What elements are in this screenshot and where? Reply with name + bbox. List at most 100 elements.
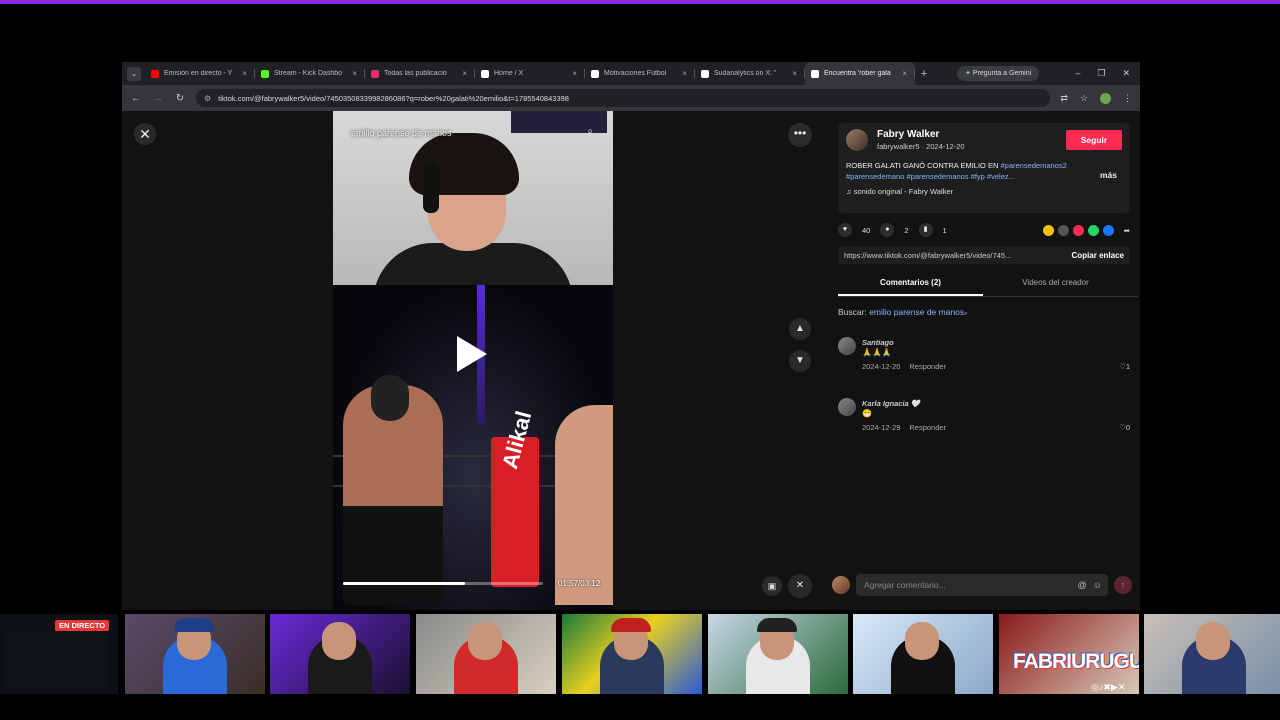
- restore-icon[interactable]: ❐: [1097, 68, 1105, 79]
- mute-icon[interactable]: ✕: [788, 574, 812, 598]
- panel-tabs: Comentarios (2) Videos del creador: [838, 271, 1138, 297]
- browser-tab[interactable]: Motivaciones Fútbol ×: [585, 62, 695, 85]
- gemini-label: Pregunta a Gemini: [972, 70, 1032, 77]
- related-search-link[interactable]: emilio parense de manos: [869, 307, 964, 317]
- tab-close-icon[interactable]: ×: [572, 69, 577, 78]
- music-note-icon: ♫: [846, 187, 854, 196]
- bookmark-star-icon[interactable]: ☆: [1080, 93, 1088, 104]
- boxer-right: [555, 405, 613, 605]
- cam-head: [468, 622, 502, 660]
- cam-guest-4: [562, 614, 702, 694]
- extension-icon[interactable]: [1100, 92, 1111, 104]
- comment-input[interactable]: Agregar comentario... @ ☺: [856, 574, 1108, 596]
- video-progress-bar[interactable]: [343, 582, 543, 585]
- comment-like-count: 1: [1125, 362, 1130, 371]
- browser-tab[interactable]: Todas las publicacio ×: [365, 62, 475, 85]
- play-icon[interactable]: [457, 336, 487, 372]
- heart-icon: ♡: [1119, 423, 1126, 432]
- comment-meta: 2024-12-20 Responder: [862, 362, 946, 371]
- comment-date: 2024-12-20: [862, 362, 901, 371]
- more-options-icon[interactable]: •••: [788, 123, 812, 147]
- copy-link-row: https://www.tiktok.com/@fabrywalker5/vid…: [838, 246, 1130, 264]
- forward-icon[interactable]: →: [152, 93, 164, 104]
- share-option-icon[interactable]: [1072, 224, 1084, 236]
- commenter-name[interactable]: Karla Ignacia 🤍: [862, 399, 920, 408]
- tab-close-icon[interactable]: ×: [682, 69, 687, 78]
- comment-like[interactable]: ♡0: [1119, 423, 1130, 432]
- address-icons: ⇄ ☆ ⋮: [1060, 92, 1132, 104]
- streamer-cam-overlay: emilio parense de manos ⌕: [333, 111, 613, 303]
- reply-button[interactable]: Responder: [909, 423, 946, 432]
- kick-icon: [261, 69, 269, 78]
- minimize-icon[interactable]: –: [1075, 68, 1080, 79]
- comment-composer: Agregar comentario... @ ☺ ↑: [832, 573, 1132, 597]
- cam-cap: [174, 618, 214, 632]
- tab-close-icon[interactable]: ×: [352, 69, 357, 78]
- commenter-avatar[interactable]: [838, 398, 856, 416]
- creator-avatar[interactable]: [846, 129, 868, 151]
- tab-close-icon[interactable]: ×: [242, 69, 247, 78]
- reply-button[interactable]: Responder: [909, 362, 946, 371]
- cam-screen-share: EN DIRECTO: [0, 614, 118, 694]
- site-info-icon[interactable]: ⚙: [204, 94, 211, 103]
- headset: [423, 161, 439, 213]
- creator-name[interactable]: Fabry Walker: [877, 129, 939, 140]
- streamer-brand-logo: FABRIURUGUAYO: [1013, 650, 1139, 673]
- commenter-name[interactable]: Santiago: [862, 338, 894, 347]
- browser-tab[interactable]: Sudanalytics on X: " ×: [695, 62, 805, 85]
- tab-title: Motivaciones Fútbol: [604, 70, 667, 77]
- url-text: tiktok.com/@fabrywalker5/video/745035083…: [218, 93, 569, 103]
- video-progress-fill: [343, 582, 465, 585]
- sound-link[interactable]: ♫ sonido original - Fabry Walker: [846, 187, 953, 196]
- copy-link-button[interactable]: Copiar enlace: [1072, 251, 1124, 260]
- sound-name: sonido original - Fabry Walker: [853, 187, 954, 196]
- close-window-icon[interactable]: ✕: [1122, 68, 1130, 79]
- follow-button[interactable]: Seguir: [1066, 130, 1122, 150]
- mention-icon[interactable]: @: [1078, 574, 1087, 596]
- share-option-icon[interactable]: [1057, 224, 1069, 236]
- translate-icon[interactable]: ⇄: [1060, 93, 1068, 104]
- share-option-icon[interactable]: [1102, 224, 1114, 236]
- new-tab-button[interactable]: +: [915, 68, 933, 80]
- tab-title: Todas las publicacio: [384, 70, 447, 77]
- bookmark-icon[interactable]: ▮: [918, 223, 933, 237]
- picture-in-picture-icon[interactable]: ▣: [762, 576, 782, 596]
- browser-menu-icon[interactable]: ⋮: [1123, 93, 1132, 104]
- commenter-avatar[interactable]: [838, 337, 856, 355]
- video-search-overlay-text: emilio parense de manos: [351, 128, 452, 138]
- video-player-area: ✕ emilio parense de manos ⌕ Alikal 01:57…: [122, 111, 824, 610]
- tab-creator-videos[interactable]: Videos del creador: [983, 271, 1128, 296]
- creator-handle-date: fabrywalker5 · 2024-12-20: [877, 142, 965, 151]
- browser-tab[interactable]: Emisión en directo - Y ×: [145, 62, 255, 85]
- next-video-icon[interactable]: ▼: [789, 350, 811, 372]
- emoji-icon[interactable]: ☺: [1093, 574, 1102, 596]
- details-panel: Fabry Walker fabrywalker5 · 2024-12-20 S…: [824, 111, 1140, 610]
- tab-comments[interactable]: Comentarios (2): [838, 271, 983, 296]
- video-link-text: https://www.tiktok.com/@fabrywalker5/vid…: [844, 250, 1012, 260]
- comment-icon[interactable]: ●: [880, 223, 895, 237]
- browser-tab[interactable]: Encuentra 'rober gala ×: [805, 62, 915, 85]
- close-icon[interactable]: ✕: [134, 123, 156, 145]
- like-icon[interactable]: ♥: [838, 223, 852, 237]
- browser-tab[interactable]: Home / X ×: [475, 62, 585, 85]
- previous-video-icon[interactable]: ▲: [789, 318, 811, 340]
- tab-search-button[interactable]: ⌄: [127, 66, 141, 81]
- browser-tab[interactable]: Stream - Kick Dashbo ×: [255, 62, 365, 85]
- more-button[interactable]: más: [1100, 170, 1117, 180]
- tab-close-icon[interactable]: ×: [462, 69, 467, 78]
- window-controls: – ❐ ✕: [1075, 68, 1140, 79]
- search-icon: ⌕: [964, 311, 968, 317]
- send-icon[interactable]: ↑: [1114, 576, 1132, 594]
- tab-close-icon[interactable]: ×: [902, 69, 907, 78]
- share-arrow-icon[interactable]: ➦: [1124, 226, 1130, 235]
- tab-close-icon[interactable]: ×: [792, 69, 797, 78]
- back-icon[interactable]: ←: [130, 93, 142, 104]
- share-option-icon[interactable]: [1087, 224, 1099, 236]
- share-option-icon[interactable]: [1042, 224, 1054, 236]
- comment-like[interactable]: ♡1: [1119, 362, 1130, 371]
- gemini-button[interactable]: ✦ Pregunta a Gemini: [957, 66, 1040, 81]
- reload-icon[interactable]: ↻: [174, 93, 186, 104]
- url-field[interactable]: ⚙ tiktok.com/@fabrywalker5/video/7450350…: [196, 89, 1051, 107]
- tiktok-page: ✕ emilio parense de manos ⌕ Alikal 01:57…: [122, 111, 1140, 610]
- video-frame[interactable]: emilio parense de manos ⌕ Alikal 01:57/0…: [333, 111, 613, 610]
